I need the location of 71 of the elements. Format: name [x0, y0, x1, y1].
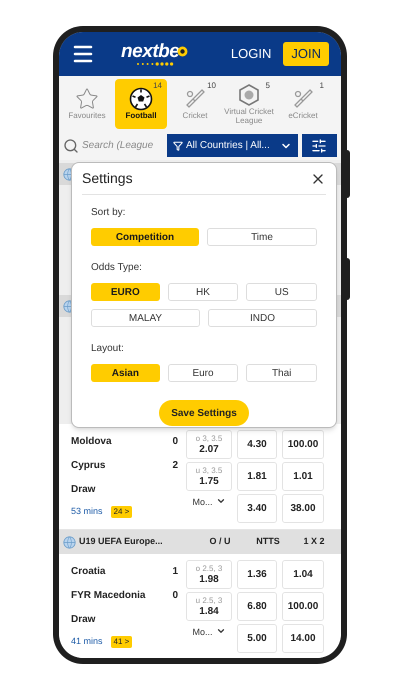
group-label: Odds Type: [91, 261, 143, 275]
team-score: 0 [172, 435, 178, 449]
odds-button[interactable]: u 2.5, 3 1.84 [186, 592, 232, 621]
filter-dropdown[interactable]: All Countries | All... [167, 134, 298, 157]
star-icon [75, 87, 99, 111]
team-name: FYR Macedonia [71, 588, 146, 603]
odds-button[interactable]: 100.00 [282, 430, 324, 459]
option-button[interactable]: HK [168, 283, 238, 301]
odds-button[interactable]: 4.30 [237, 430, 277, 459]
more-dropdown[interactable]: Mo... [186, 494, 232, 523]
option-button[interactable]: Time [207, 228, 317, 246]
ball-icon [177, 46, 188, 57]
search-field[interactable]: Search (League [63, 138, 163, 154]
team-score: 2 [172, 458, 178, 473]
more-dropdown[interactable]: Mo... [186, 624, 232, 653]
odds-button[interactable]: 14.00 [282, 624, 324, 653]
join-button[interactable]: JOIN [283, 42, 329, 66]
filter-icon [173, 140, 183, 150]
team-name: Moldova [71, 435, 112, 449]
option-button[interactable]: Competition [91, 228, 199, 246]
column-heading: O / U [208, 535, 232, 548]
odds-button[interactable]: 100.00 [282, 592, 324, 621]
team-score: 1 [172, 565, 178, 579]
caret-icon [216, 496, 226, 506]
team-score: 0 [172, 588, 178, 603]
odds-button[interactable]: 1.81 [237, 462, 277, 491]
login-link[interactable]: LOGIN [230, 44, 272, 64]
option-button[interactable]: MALAY [91, 309, 200, 327]
dots-icon [134, 62, 175, 66]
more-markets-badge[interactable]: 41 > [110, 636, 132, 648]
sport-tab[interactable]: 5 Virtual Cricket League [223, 78, 275, 128]
odds-button[interactable]: 38.00 [282, 494, 324, 523]
search-icon [63, 138, 79, 154]
odds-button[interactable]: o 2.5, 3 1.98 [186, 560, 232, 589]
option-button[interactable]: Thai [246, 364, 318, 382]
settings-button[interactable] [302, 134, 337, 157]
sport-tab[interactable]: 10 Cricket [169, 78, 221, 128]
option-button[interactable]: EURO [91, 283, 160, 301]
group-label: Layout: [91, 342, 125, 356]
odds-button[interactable]: 3.40 [237, 494, 277, 523]
match-time: 53 mins [71, 505, 103, 518]
option-button[interactable]: Euro [168, 364, 238, 382]
option-button[interactable]: INDO [208, 309, 317, 327]
dialog-title: Settings [82, 169, 133, 188]
globe-icon [63, 536, 76, 548]
odds-button[interactable]: o 3, 3.5 2.07 [186, 430, 232, 459]
team-name: Croatia [71, 565, 106, 579]
odds-button[interactable]: 1.36 [237, 560, 277, 589]
sport-tab[interactable]: 1 eCricket [277, 78, 329, 128]
draw-label: Draw [71, 482, 96, 497]
draw-label: Draw [71, 612, 96, 627]
team-name: Cyprus [71, 458, 106, 473]
odds-button[interactable]: u 3, 3.5 1.75 [186, 462, 232, 491]
option-button[interactable]: US [246, 283, 318, 301]
football-icon [129, 87, 153, 111]
column-heading: 1 X 2 [302, 535, 326, 548]
settings-icon [311, 138, 328, 154]
more-markets-badge[interactable]: 24 > [110, 506, 132, 518]
odds-button[interactable]: 1.04 [282, 560, 324, 589]
odds-button[interactable]: 5.00 [237, 624, 277, 653]
match-time: 41 mins [71, 635, 103, 648]
caret-icon [216, 626, 226, 636]
league-name: U19 UEFA Europe... [79, 535, 164, 548]
odds-button[interactable]: 6.80 [237, 592, 277, 621]
option-button[interactable]: Asian [91, 364, 160, 382]
column-heading: NTTS [255, 535, 281, 548]
group-label: Sort by: [91, 206, 126, 220]
logo[interactable]: nextbe [121, 42, 180, 61]
odds-button[interactable]: 1.01 [282, 462, 324, 491]
save-settings-button[interactable]: Save Settings [159, 400, 249, 426]
sport-tab[interactable]: 14 Football [115, 78, 167, 128]
